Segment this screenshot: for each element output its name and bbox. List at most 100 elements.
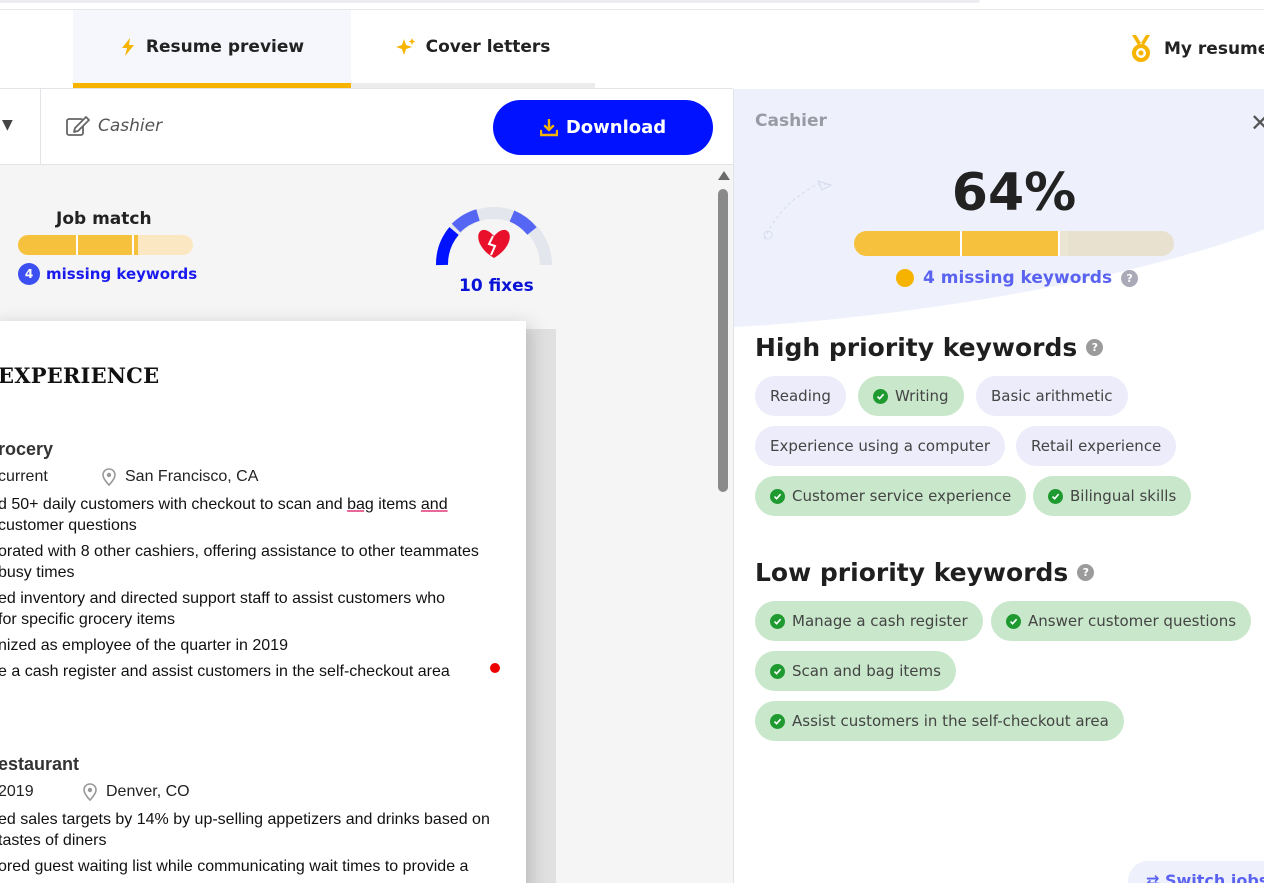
check-icon [770, 713, 785, 729]
job-dates: 2019 [0, 783, 34, 800]
resume-document[interactable]: EXPERIENCE rocery current San Francisco,… [0, 321, 526, 883]
resume-bullet: nized as employee of the quarter in 2019 [0, 637, 288, 654]
tab-cover-letters-label: Cover letters [425, 36, 551, 57]
keyword-chip-reading[interactable]: Reading [755, 376, 846, 416]
download-button[interactable]: Download [493, 100, 713, 155]
panel-missing-keywords[interactable]: 4 missing keywords ? [896, 268, 1139, 288]
keyword-chip-answer-questions[interactable]: Answer customer questions [991, 601, 1252, 641]
location-pin-icon [83, 783, 97, 801]
missing-keywords-link[interactable]: 4 missing keywords [18, 263, 197, 285]
job-match-segment [134, 235, 138, 255]
resume-preview-pane: ▼ Cashier Download Job match 4 missing k… [0, 89, 733, 883]
keyword-chip-cash-register[interactable]: Manage a cash register [755, 601, 983, 641]
keyword-chip-basic-arithmetic[interactable]: Basic arithmetic [976, 376, 1128, 416]
edit-icon [66, 116, 90, 136]
browser-top-strip [0, 0, 1264, 10]
spelling-flag[interactable]: bag [347, 496, 374, 513]
tab-my-resume-label: My resume [1164, 39, 1264, 59]
job-meta: 2019 Denver, CO [0, 783, 190, 801]
scroll-up-arrow[interactable] [718, 171, 730, 180]
section-heading: EXPERIENCE [0, 363, 160, 388]
bullet-text: items [373, 496, 421, 513]
job-match-segment [78, 235, 132, 255]
low-priority-title: Low priority keywords [755, 558, 1069, 587]
resume-bullet: d 50+ daily customers with checkout to s… [0, 494, 518, 515]
keyword-label: Assist customers in the self-checkout ar… [792, 712, 1109, 730]
job-match-progress [18, 235, 193, 255]
resume-bullet: orated with 8 other cashiers, offering a… [0, 543, 479, 560]
missing-count-badge: 4 [18, 263, 40, 285]
close-icon[interactable]: ✕ [1250, 109, 1264, 137]
bullet-text: d 50+ daily customers with checkout to s… [0, 496, 348, 513]
keyword-chip-writing[interactable]: Writing [858, 376, 964, 416]
check-icon [1048, 488, 1063, 504]
high-priority-heading: High priority keywords ? [755, 333, 1104, 362]
keyword-chip-self-checkout[interactable]: Assist customers in the self-checkout ar… [755, 701, 1124, 741]
tab-cover-letters[interactable]: Cover letters [351, 10, 595, 88]
tab-resume-preview[interactable]: Resume preview [73, 10, 351, 88]
keyword-label: Reading [770, 387, 831, 405]
match-segment [854, 231, 960, 256]
job-match-segment [18, 235, 76, 255]
warning-dot-icon [896, 269, 914, 287]
resume-bullet: for specific grocery items [0, 611, 175, 628]
resume-bullet: e a cash register and assist customers i… [0, 663, 450, 680]
keyword-chip-retail[interactable]: Retail experience [1016, 426, 1177, 466]
job-match-label: Job match [56, 209, 152, 229]
resume-bullet: customer questions [0, 515, 518, 536]
issue-marker[interactable] [490, 663, 500, 673]
sparkle-icon [395, 37, 416, 55]
spelling-flag[interactable]: and [421, 496, 448, 513]
keyword-chip-computer[interactable]: Experience using a computer [755, 426, 1006, 466]
check-icon [770, 613, 785, 629]
resume-bullet: ed inventory and directed support staff … [0, 590, 446, 607]
job-title-editor[interactable]: Cashier [66, 115, 162, 137]
resume-bullet: busy times [0, 564, 75, 581]
keyword-label: Customer service experience [792, 487, 1012, 505]
location-pin-icon [102, 468, 116, 486]
download-icon [539, 118, 558, 136]
check-icon [1006, 613, 1021, 629]
keywords-panel: Cashier ✕ 64% 4 missing keywords ? High … [733, 89, 1264, 883]
preview-toolbar: ▼ Cashier Download [0, 89, 733, 165]
keyword-label: Answer customer questions [1028, 612, 1237, 630]
chevron-down-icon[interactable]: ▼ [2, 117, 13, 133]
scroll-thumb[interactable] [718, 189, 728, 492]
job-location: San Francisco, CA [102, 468, 258, 486]
check-icon [770, 663, 785, 679]
help-icon[interactable]: ? [1077, 564, 1095, 581]
tab-my-resume[interactable]: My resume [1128, 10, 1264, 88]
toolbar-divider [40, 89, 41, 165]
job-title-text: Cashier [98, 116, 163, 136]
download-label: Download [565, 117, 667, 138]
tab-resume-preview-label: Resume preview [145, 36, 305, 57]
keyword-label: Bilingual skills [1070, 487, 1177, 505]
keyword-label: Basic arithmetic [991, 387, 1113, 405]
panel-missing-label: 4 missing keywords [923, 268, 1113, 288]
keyword-chip-customer-service[interactable]: Customer service experience [755, 476, 1027, 516]
keyword-label: Scan and bag items [792, 662, 941, 680]
job-location: Denver, CO [83, 783, 190, 801]
match-progress-bar [854, 231, 1174, 256]
check-icon [873, 388, 888, 404]
switch-jobs-button[interactable]: ⇄ Switch jobs [1128, 861, 1264, 883]
help-icon[interactable]: ? [1121, 269, 1139, 287]
preview-scrollbar[interactable] [716, 171, 730, 883]
keyword-chip-bilingual[interactable]: Bilingual skills [1033, 476, 1192, 516]
lightning-icon [121, 37, 134, 56]
fixes-gauge[interactable] [432, 195, 556, 275]
resume-bullet: tastes of diners [0, 832, 107, 849]
keyword-label: Writing [895, 387, 949, 405]
job-location-text: San Francisco, CA [125, 468, 259, 485]
help-icon[interactable]: ? [1086, 339, 1104, 356]
bullet-text: customer questions [0, 517, 137, 534]
keyword-chip-scan-bag[interactable]: Scan and bag items [755, 651, 956, 691]
keyword-label: Manage a cash register [792, 612, 968, 630]
missing-keywords-label: missing keywords [46, 265, 198, 283]
match-percentage: 64% [951, 163, 1077, 223]
match-segment-empty [1060, 231, 1068, 256]
job-company: rocery [0, 439, 54, 459]
fixes-count: 10 fixes [459, 276, 534, 296]
check-icon [770, 488, 785, 504]
resume-bullet: ored guest waiting list while communicat… [0, 858, 469, 875]
